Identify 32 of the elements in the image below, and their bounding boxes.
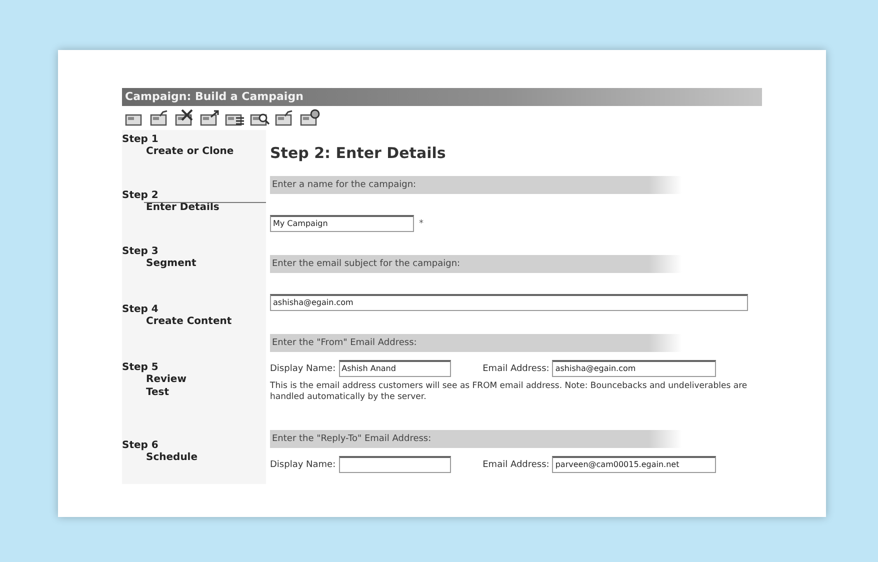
step-number: Step 2 — [122, 190, 158, 201]
step-link[interactable]: Enter Details — [146, 201, 220, 214]
step-link[interactable]: Create Content — [146, 315, 232, 328]
step-link[interactable]: Review — [146, 373, 186, 386]
section-header: Enter a name for the campaign: — [270, 176, 682, 194]
step-link[interactable]: Segment — [146, 257, 196, 270]
field-label: Email Address: — [482, 364, 550, 374]
step-number: Step 1 — [122, 134, 158, 145]
step-link[interactable]: Test — [146, 386, 170, 399]
field-label: Display Name: — [270, 364, 336, 374]
input-field[interactable]: ashisha@egain.com — [552, 360, 716, 377]
step-number: Step 3 — [122, 246, 158, 257]
required-mark: * — [419, 218, 424, 228]
step-number: Step 5 — [122, 362, 158, 373]
input-field[interactable] — [338, 456, 451, 473]
export-icon[interactable] — [199, 109, 221, 127]
input-field[interactable]: ashisha@egain.com — [270, 294, 748, 311]
field-label: Display Name: — [270, 460, 336, 470]
section-header: Enter the email subject for the campaign: — [270, 255, 682, 273]
step-number: Step 6 — [122, 440, 158, 451]
field-label: Email Address: — [482, 460, 550, 470]
window-title: Campaign: Build a Campaign — [122, 88, 762, 106]
help-text: This is the email address customers will see as FROM email address. Note: Bouncebacks and undeliverables are handled automatically by the server. — [270, 381, 748, 403]
section-header: Enter the "From" Email Address: — [270, 334, 682, 352]
input-field[interactable]: parveen@cam00015.egain.net — [552, 456, 716, 473]
input-field[interactable]: My Campaign — [270, 215, 414, 232]
step-link[interactable]: Schedule — [146, 451, 198, 464]
input-field[interactable]: Ashish Anand — [338, 360, 451, 377]
section-header: Enter the "Reply-To" Email Address: — [270, 430, 682, 448]
step-number: Step 4 — [122, 304, 158, 315]
step-link[interactable]: Create or Clone — [146, 145, 234, 158]
page-heading: Step 2: Enter Details — [270, 144, 447, 164]
